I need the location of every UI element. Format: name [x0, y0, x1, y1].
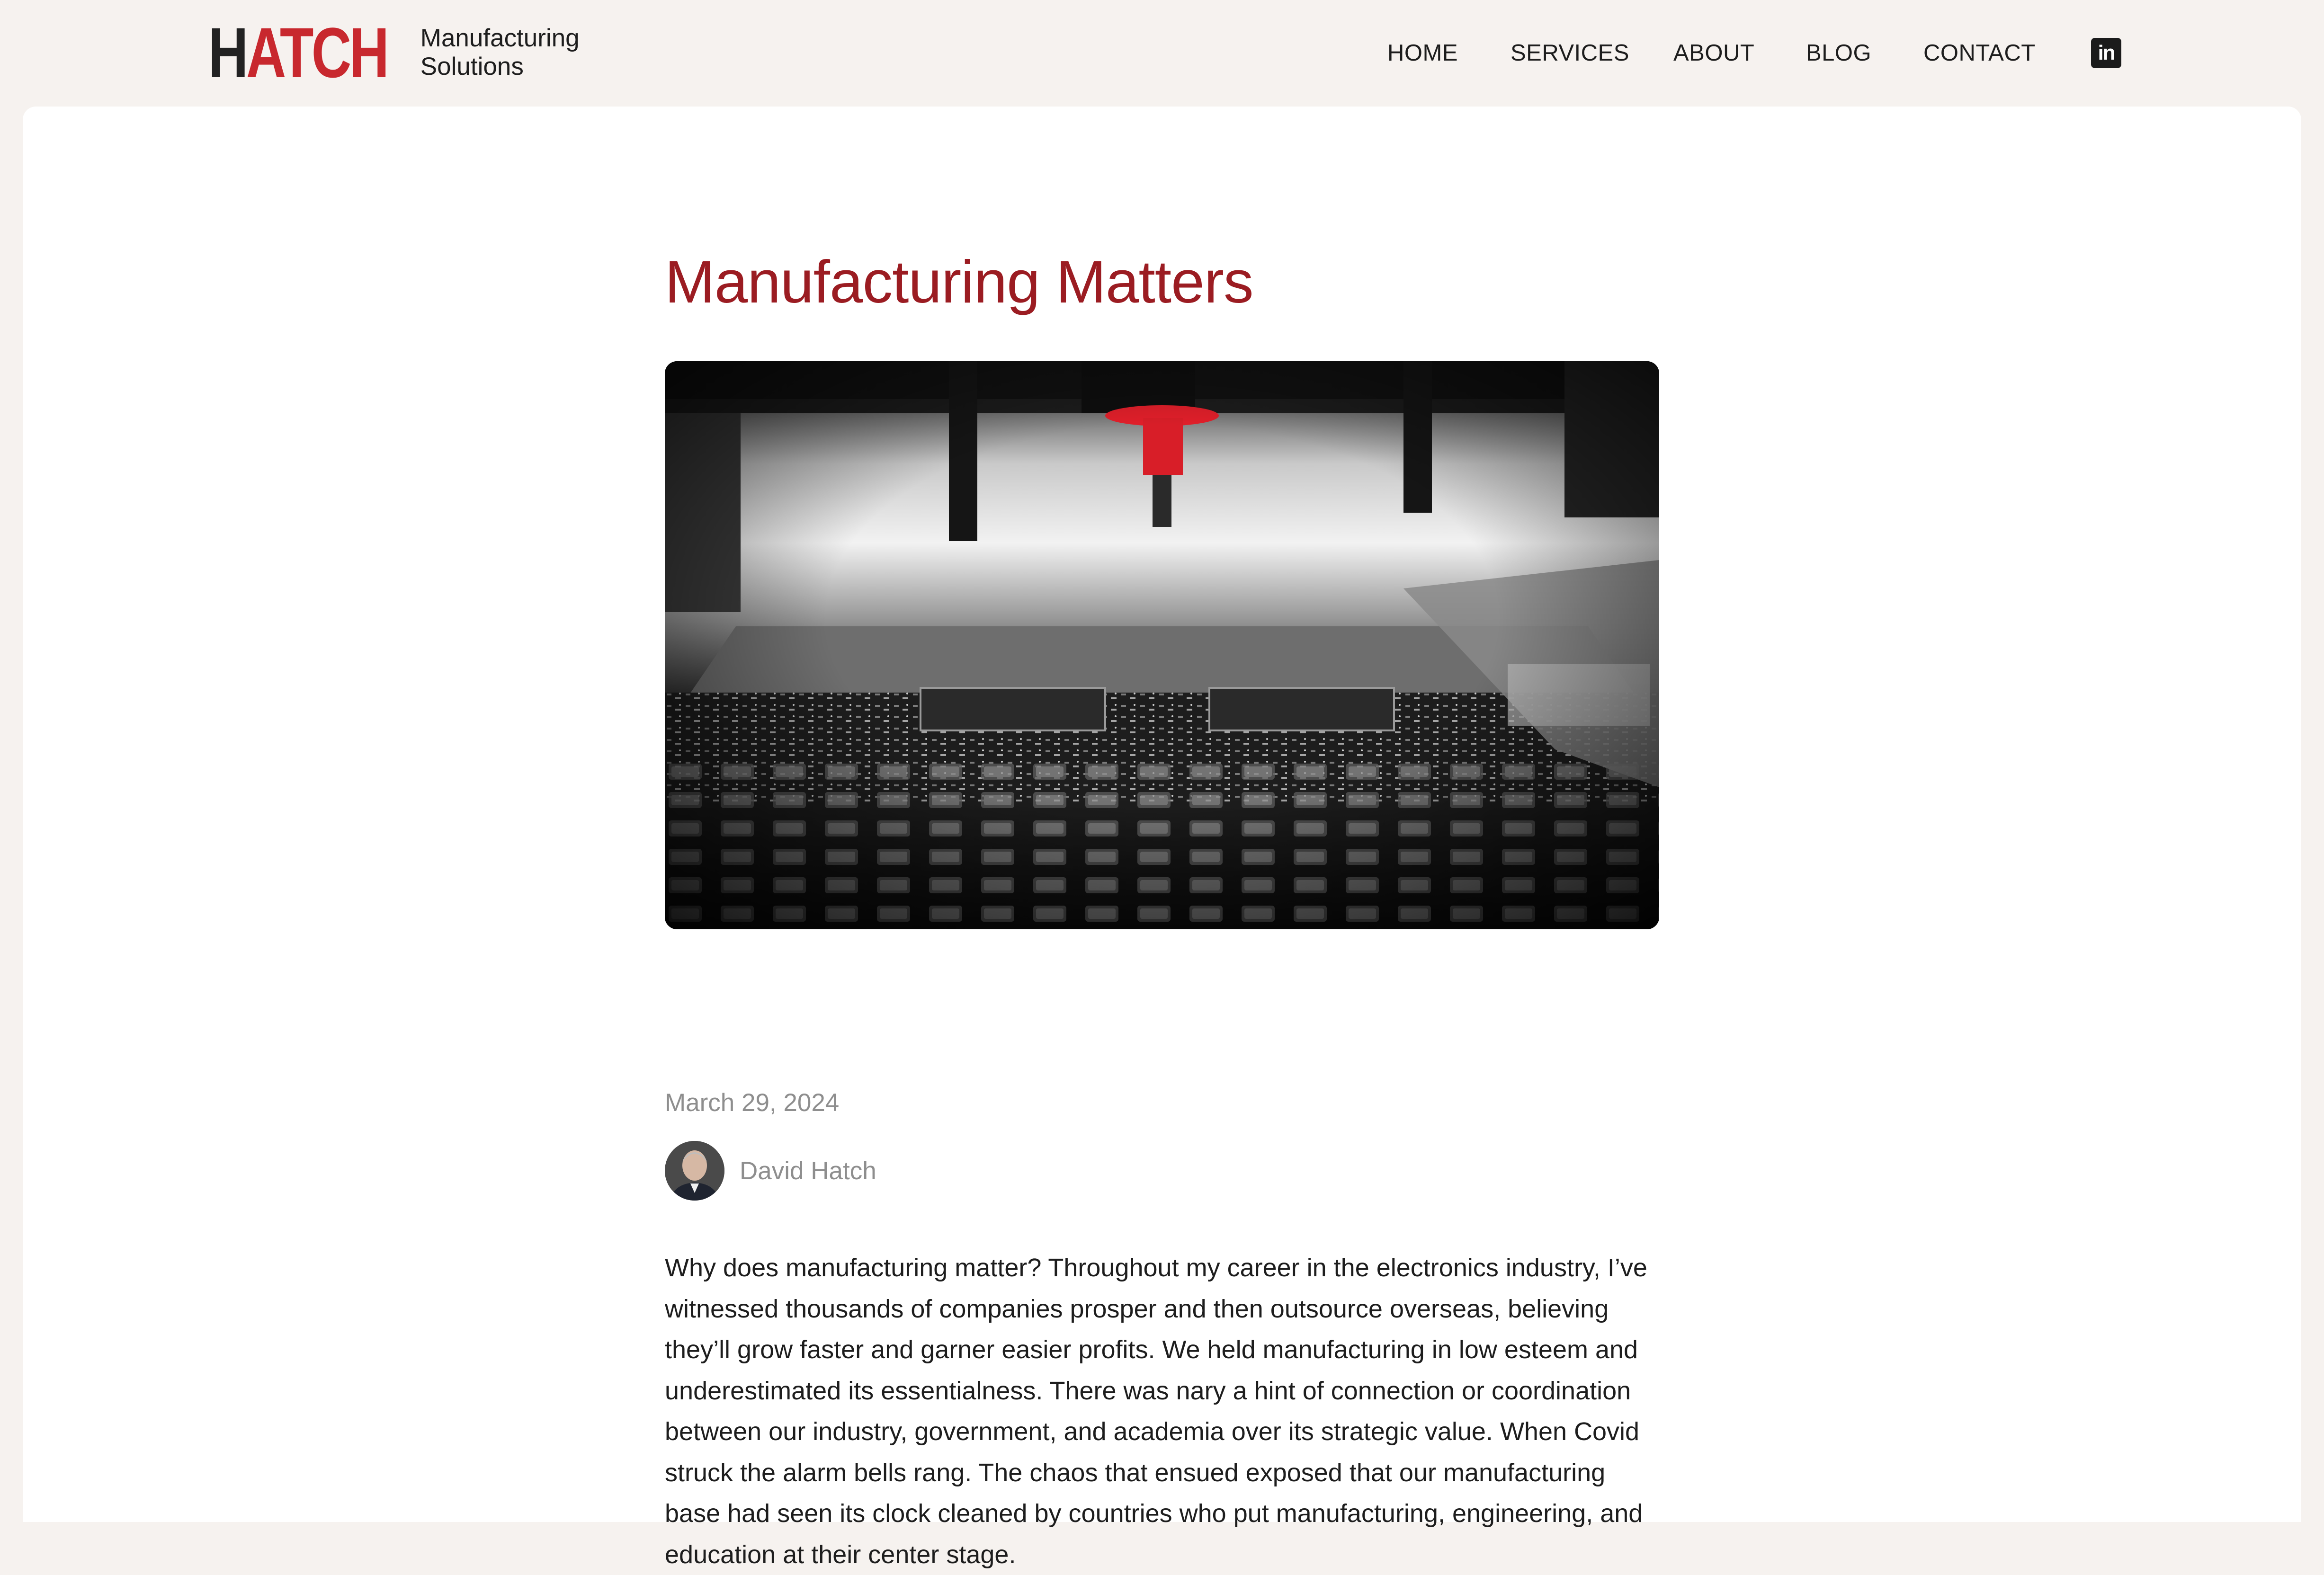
circuit-board-photo [665, 361, 1659, 929]
post-date: March 29, 2024 [665, 1089, 840, 1117]
site-header: HATCH Manufacturing Solutions HOME SERVI… [0, 0, 2324, 107]
nav-about[interactable]: ABOUT [1673, 39, 1754, 67]
linkedin-icon[interactable]: in [2091, 38, 2121, 68]
author-name[interactable]: David Hatch [740, 1157, 876, 1185]
nav-home[interactable]: HOME [1387, 39, 1458, 67]
post-author: David Hatch [665, 1141, 876, 1201]
main-nav: HOME SERVICES ABOUT BLOG CONTACT in [0, 0, 2324, 107]
content-card: Manufacturing Matters March 29, 2024 Dav… [23, 107, 2301, 1569]
post-body: Why does manufacturing matter? Throughou… [665, 1254, 1647, 1569]
nav-contact[interactable]: CONTACT [1923, 39, 2036, 67]
hero-image [665, 361, 1659, 929]
author-avatar [665, 1141, 724, 1201]
post-title: Manufacturing Matters [665, 248, 1253, 315]
nav-services[interactable]: SERVICES [1511, 39, 1629, 67]
nav-blog[interactable]: BLOG [1806, 39, 1871, 67]
